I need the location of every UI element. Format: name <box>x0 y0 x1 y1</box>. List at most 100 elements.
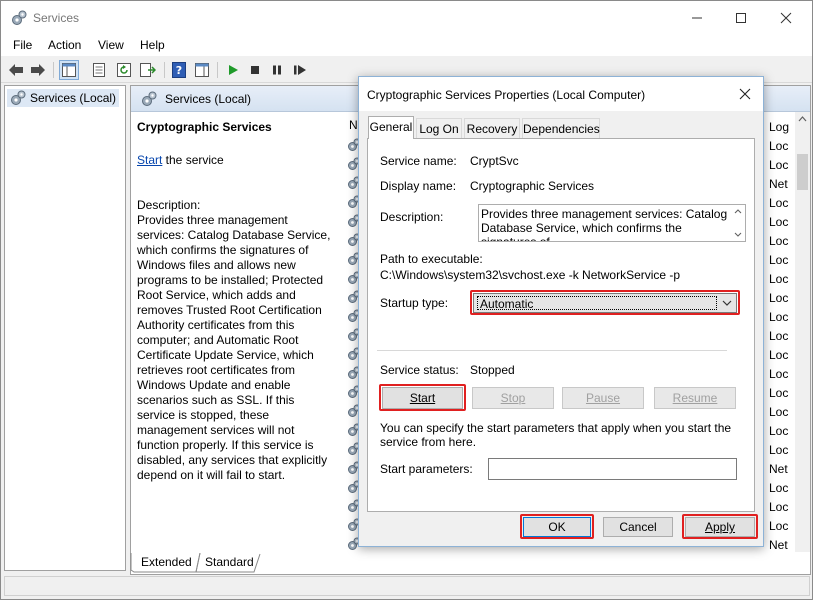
startup-type-label: Startup type: <box>380 296 449 310</box>
maximize-button[interactable] <box>718 1 764 34</box>
minimize-icon <box>692 17 702 18</box>
tab-extended[interactable]: Extended <box>141 553 192 572</box>
action-pane-icon <box>195 63 209 77</box>
log-on-cell: Loc <box>769 272 789 286</box>
start-service-link[interactable]: Start <box>137 153 162 167</box>
title-bar: Services <box>1 1 812 34</box>
start-service-line: Start the service <box>137 153 337 168</box>
log-on-cell: Loc <box>769 424 789 438</box>
apply-button[interactable]: Apply <box>685 517 755 537</box>
stop-service-button[interactable] <box>245 60 265 80</box>
restart-icon <box>294 65 306 75</box>
log-on-cell: Loc <box>769 443 789 457</box>
back-button[interactable] <box>6 60 26 80</box>
stop-icon <box>251 66 259 74</box>
svg-text:?: ? <box>176 64 182 77</box>
toolbar-separator <box>53 62 54 78</box>
help-icon: ? <box>172 62 186 78</box>
toolbar-separator <box>164 62 165 78</box>
log-on-cell: Loc <box>769 253 789 267</box>
extended-description-panel: Cryptographic Services Start the service… <box>137 120 337 483</box>
window-title: Services <box>33 11 80 25</box>
path-value: C:\Windows\system32\svchost.exe -k Netwo… <box>380 268 681 282</box>
tab-recovery[interactable]: Recovery <box>464 118 520 138</box>
pause-button[interactable]: Pause <box>562 387 644 409</box>
start-service-button[interactable] <box>223 60 243 80</box>
restart-service-button[interactable] <box>290 60 310 80</box>
scroll-up-icon <box>798 116 807 122</box>
ok-button[interactable]: OK <box>523 517 591 537</box>
services-gear-icon <box>11 90 26 105</box>
show-hide-console-tree-button[interactable] <box>59 60 79 80</box>
scroll-up-icon <box>734 209 742 214</box>
refresh-button[interactable] <box>114 60 134 80</box>
console-tree-icon <box>62 63 76 77</box>
service-name-value: CryptSvc <box>470 154 519 168</box>
tree-node-label: Services (Local) <box>30 91 117 105</box>
list-column-header-log-on[interactable]: Log <box>769 118 795 137</box>
show-action-pane-button[interactable] <box>192 60 212 80</box>
list-column-header-name[interactable]: N <box>349 118 358 132</box>
status-bar <box>4 576 810 596</box>
start-service-suffix: the service <box>162 153 224 167</box>
properties-dialog: Cryptographic Services Properties (Local… <box>358 76 764 547</box>
log-on-cell: Loc <box>769 215 789 229</box>
refresh-icon <box>117 63 131 77</box>
section-divider <box>377 350 727 351</box>
menu-action[interactable]: Action <box>48 38 81 52</box>
log-on-cell: Loc <box>769 500 789 514</box>
service-status-label: Service status: <box>380 363 459 377</box>
menu-file[interactable]: File <box>13 38 32 52</box>
export-list-button[interactable] <box>138 60 158 80</box>
log-on-cell: Loc <box>769 234 789 248</box>
details-header-title: Services (Local) <box>165 92 252 106</box>
scrollbar-thumb[interactable] <box>797 154 808 190</box>
tab-general[interactable]: General <box>368 116 414 139</box>
description-textbox[interactable]: Provides three management services: Cata… <box>478 204 746 242</box>
help-button[interactable]: ? <box>169 60 189 80</box>
cancel-button[interactable]: Cancel <box>603 517 673 537</box>
display-name-label: Display name: <box>380 179 457 193</box>
tab-dependencies[interactable]: Dependencies <box>522 118 600 138</box>
chevron-down-icon <box>722 300 732 306</box>
tab-standard[interactable]: Standard <box>205 553 254 572</box>
log-on-cell: Loc <box>769 139 789 153</box>
description-label: Description: <box>380 210 444 224</box>
log-on-cell: Net <box>769 538 788 552</box>
scroll-down-icon <box>734 232 742 237</box>
start-params-hint: You can specify the start parameters tha… <box>380 421 732 449</box>
description-label: Description: <box>137 198 201 212</box>
close-icon <box>739 88 751 100</box>
tab-log-on[interactable]: Log On <box>416 118 462 138</box>
forward-button[interactable] <box>28 60 48 80</box>
service-status-value: Stopped <box>470 363 515 377</box>
toolbar-separator <box>217 62 218 78</box>
log-on-cell: Net <box>769 462 788 476</box>
log-on-cell: Loc <box>769 519 789 533</box>
properties-button[interactable] <box>89 60 109 80</box>
startup-type-select[interactable]: Automatic <box>473 293 737 313</box>
dialog-title: Cryptographic Services Properties (Local… <box>367 88 646 102</box>
resume-button[interactable]: Resume <box>654 387 736 409</box>
play-icon <box>229 65 238 75</box>
tree-node-services-local[interactable]: Services (Local) <box>7 89 119 107</box>
menu-view[interactable]: View <box>98 38 124 52</box>
general-tab-panel: Service name: CryptSvc Display name: Cry… <box>367 138 755 512</box>
selected-service-name: Cryptographic Services <box>137 120 272 134</box>
log-on-cell: Loc <box>769 310 789 324</box>
start-button[interactable]: Start <box>382 387 463 409</box>
menu-help[interactable]: Help <box>140 38 165 52</box>
description-scrollbar[interactable] <box>731 205 745 241</box>
forward-arrow-icon <box>31 64 45 76</box>
log-on-cell: Net <box>769 177 788 191</box>
stop-button[interactable]: Stop <box>472 387 554 409</box>
minimize-button[interactable] <box>674 1 720 34</box>
dialog-close-button[interactable] <box>727 77 763 111</box>
log-on-cell: Loc <box>769 348 789 362</box>
pause-service-button[interactable] <box>267 60 287 80</box>
close-icon <box>780 12 792 23</box>
dialog-title-bar: Cryptographic Services Properties (Local… <box>359 77 763 111</box>
close-button[interactable] <box>763 1 809 34</box>
list-vertical-scrollbar[interactable] <box>795 112 810 552</box>
start-params-input[interactable] <box>488 458 737 480</box>
